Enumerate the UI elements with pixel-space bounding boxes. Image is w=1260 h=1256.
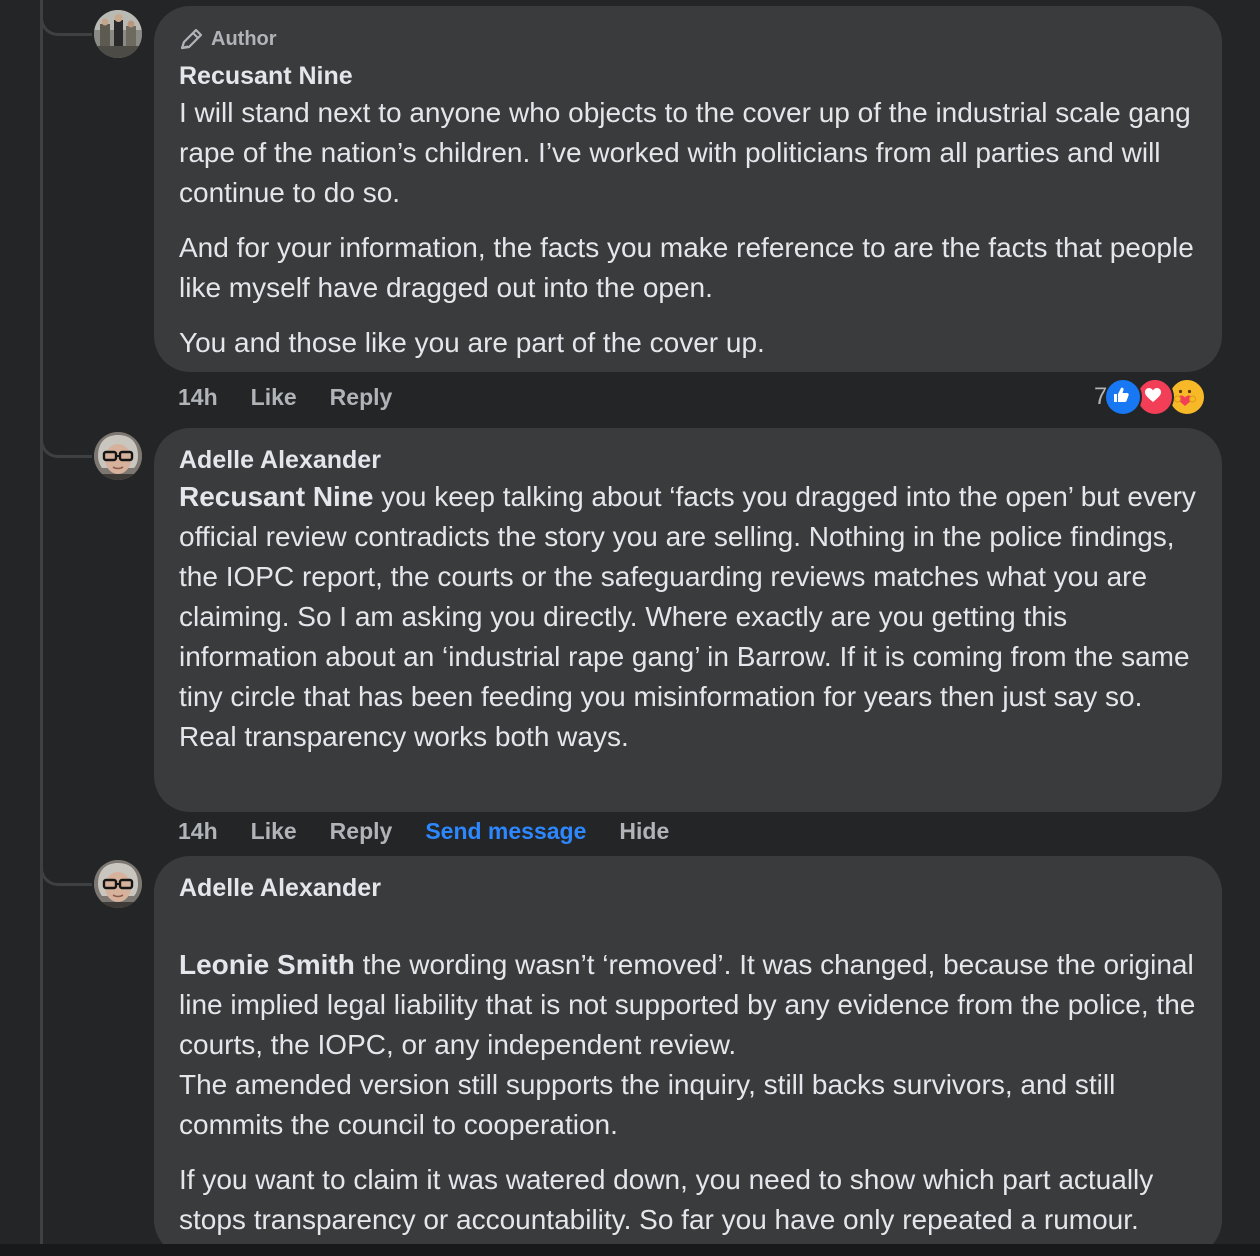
comment-bubble: Adelle Alexander Leonie Smith the wordin… (154, 856, 1222, 1256)
comment-text: I will stand next to anyone who objects … (179, 93, 1198, 213)
comment-paragraph: You and those like you are part of the c… (179, 327, 765, 358)
thread-connector (40, 864, 92, 886)
comment-paragraph: I will stand next to anyone who objects … (179, 97, 1191, 208)
timestamp[interactable]: 14h (178, 818, 218, 845)
avatar[interactable] (94, 10, 142, 58)
comment-actions: 14h Like Reply (178, 382, 425, 412)
pen-icon (179, 28, 205, 50)
comment-bubble: Author Recusant Nine I will stand next t… (154, 6, 1222, 372)
comment-text: And for your information, the facts you … (179, 228, 1198, 308)
commenter-name[interactable]: Recusant Nine (179, 61, 1198, 91)
thread-connector (40, 14, 92, 36)
timestamp[interactable]: 14h (178, 384, 218, 411)
love-reaction-icon (1136, 378, 1175, 416)
commenter-name[interactable]: Adelle Alexander (179, 873, 1198, 903)
like-reaction-icon (1104, 378, 1143, 416)
comment-paragraph: If you want to claim it was watered down… (179, 1164, 1154, 1235)
reply-button[interactable]: Reply (330, 384, 393, 411)
hide-button[interactable]: Hide (619, 818, 669, 845)
comment-text: You and those like you are part of the c… (179, 323, 1198, 363)
comment-text: Leonie Smith the wording wasn’t ‘removed… (179, 905, 1198, 1145)
thread-connector (40, 436, 92, 458)
commenter-name[interactable]: Adelle Alexander (179, 445, 1198, 475)
reply-button[interactable]: Reply (330, 818, 393, 845)
send-message-button[interactable]: Send message (425, 818, 586, 845)
care-reaction-icon (1168, 378, 1207, 416)
comment-paragraph: And for your information, the facts you … (179, 232, 1194, 303)
like-button[interactable]: Like (251, 818, 297, 845)
comment-bubble: Adelle Alexander Recusant Nine you keep … (154, 428, 1222, 812)
mention-link[interactable]: Leonie Smith (179, 949, 355, 980)
like-button[interactable]: Like (251, 384, 297, 411)
avatar[interactable] (94, 860, 142, 908)
mention-link[interactable]: Recusant Nine (179, 481, 374, 512)
comment-text: If you want to claim it was watered down… (179, 1160, 1198, 1240)
comment-paragraph: you keep talking about ‘facts you dragge… (179, 481, 1196, 752)
author-badge-label: Author (211, 27, 277, 50)
comment-text: Recusant Nine you keep talking about ‘fa… (179, 477, 1198, 757)
author-badge: Author (179, 28, 1198, 50)
window-bottom-edge (0, 1244, 1260, 1256)
reactions-summary[interactable]: 7 (1094, 378, 1207, 416)
avatar[interactable] (94, 432, 142, 480)
comment-thread: Author Recusant Nine I will stand next t… (0, 0, 1260, 1256)
thread-line (40, 0, 43, 1244)
comment-actions: 14h Like Reply Send message Hide (178, 816, 702, 846)
